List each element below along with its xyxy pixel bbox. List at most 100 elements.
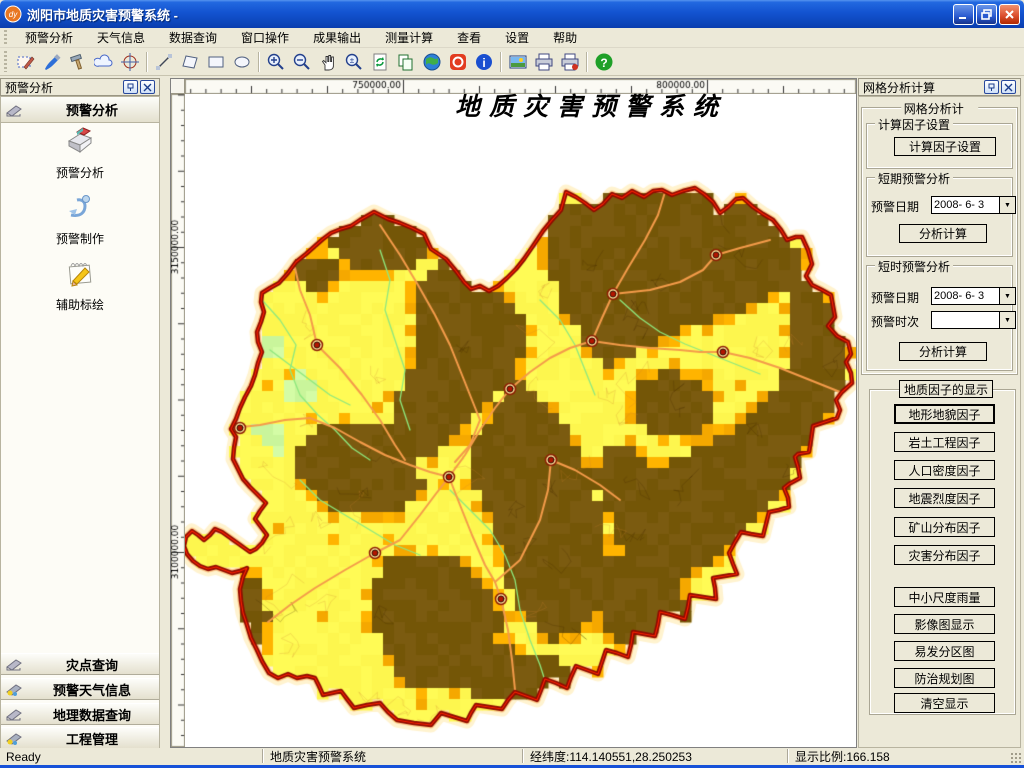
- copy-button[interactable]: [393, 50, 419, 74]
- menu-settings[interactable]: 设置: [493, 27, 541, 48]
- rectangle-tool-button[interactable]: [203, 50, 229, 74]
- nav-group-project-management[interactable]: 工程管理: [1, 727, 159, 749]
- left-splitter[interactable]: [160, 78, 170, 748]
- ruler-corner: [171, 79, 185, 94]
- warning-date-label: 预警日期: [871, 198, 919, 215]
- stamp-icon: [5, 656, 25, 672]
- line-tool-button[interactable]: [151, 50, 177, 74]
- nav-item-warning-analysis[interactable]: 预警分析: [1, 125, 159, 181]
- dropdown-arrow-icon[interactable]: ▼: [999, 197, 1015, 213]
- menu-window-ops[interactable]: 窗口操作: [229, 27, 301, 48]
- toolbar-separator: [146, 52, 148, 72]
- geo-factor-display-button[interactable]: 地质因子的显示: [899, 380, 993, 398]
- map-title: 地质灾害预警系统: [371, 87, 811, 123]
- population-factor-button[interactable]: 人口密度因子: [894, 460, 995, 480]
- zoom-out-button[interactable]: [289, 50, 315, 74]
- print-setup-icon: [560, 52, 580, 72]
- right-panel-titlebar: 网格分析计算: [858, 78, 1021, 96]
- paint-tool-button[interactable]: [39, 50, 65, 74]
- menu-weather-info[interactable]: 天气信息: [85, 27, 157, 48]
- short-time-period-combo[interactable]: ▼: [931, 311, 1016, 329]
- zoom-in-button[interactable]: [263, 50, 289, 74]
- stop-icon: [448, 52, 468, 72]
- print-setup-button[interactable]: [557, 50, 583, 74]
- draw-icon: [63, 257, 97, 291]
- short-term-analyze-button[interactable]: 分析计算: [899, 224, 987, 243]
- menu-measure-calc[interactable]: 测量计算: [373, 27, 445, 48]
- cloud-tool-button[interactable]: [91, 50, 117, 74]
- nav-group-warning-weather[interactable]: 预警天气信息: [1, 678, 159, 700]
- zoom-extent-button[interactable]: ±: [341, 50, 367, 74]
- image-view-button[interactable]: [505, 50, 531, 74]
- clear-display-button[interactable]: 清空显示: [894, 693, 995, 713]
- map-viewport: 地质灾害预警系统: [170, 78, 857, 748]
- pin-button[interactable]: [123, 80, 138, 94]
- restore-button[interactable]: [976, 4, 997, 25]
- cloud-tool-icon: [94, 52, 114, 72]
- make-icon: [63, 191, 97, 225]
- toolbar-grip[interactable]: [3, 51, 10, 73]
- susceptibility-map-button[interactable]: 易发分区图: [894, 641, 995, 661]
- dropdown-arrow-icon[interactable]: ▼: [999, 312, 1015, 328]
- nav-group-label: 预警天气信息: [25, 680, 159, 699]
- nav-item-warning-making[interactable]: 预警制作: [1, 191, 159, 247]
- short-time-analyze-button[interactable]: 分析计算: [899, 342, 987, 361]
- stamp-icon: [5, 706, 25, 722]
- select-tool-button[interactable]: [13, 50, 39, 74]
- mine-factor-button[interactable]: 矿山分布因子: [894, 517, 995, 537]
- stop-button[interactable]: [445, 50, 471, 74]
- pin-button[interactable]: [984, 80, 999, 94]
- nav-group-disaster-query[interactable]: 灾点查询: [1, 653, 159, 675]
- svg-text:?: ?: [600, 56, 607, 70]
- vertical-ruler: [171, 94, 185, 747]
- refresh-button[interactable]: [367, 50, 393, 74]
- left-panel-close-button[interactable]: [140, 80, 155, 94]
- left-panel-titlebar: 预警分析: [0, 78, 160, 96]
- short-time-date-combo[interactable]: 2008- 6- 3 ▼: [931, 287, 1016, 305]
- left-panel: 预警分析 预警分析 预警制作 辅助标绘: [0, 96, 160, 748]
- menu-view[interactable]: 查看: [445, 27, 493, 48]
- right-panel-close-button[interactable]: [1001, 80, 1016, 94]
- close-button[interactable]: [999, 4, 1020, 25]
- image-display-button[interactable]: 影像图显示: [894, 614, 995, 634]
- map-canvas[interactable]: [185, 94, 856, 747]
- minimize-button[interactable]: [953, 4, 974, 25]
- menu-warning-analysis[interactable]: 预警分析: [13, 27, 85, 48]
- globe-button[interactable]: [419, 50, 445, 74]
- help-button[interactable]: ?: [591, 50, 617, 74]
- geotech-factor-button[interactable]: 岩土工程因子: [894, 432, 995, 452]
- seismic-factor-button[interactable]: 地震烈度因子: [894, 488, 995, 508]
- menu-grip[interactable]: [3, 30, 10, 45]
- menu-bar: 预警分析 天气信息 数据查询 窗口操作 成果输出 测量计算 查看 设置 帮助: [0, 28, 1024, 48]
- app-window: dy 浏阳市地质灾害预警系统 - 预警分析 天气信息 数据查询 窗口操作 成果输…: [0, 0, 1024, 768]
- center-target-button[interactable]: [117, 50, 143, 74]
- calc-factor-settings-button[interactable]: 计算因子设置: [894, 137, 996, 156]
- center-target-icon: [120, 52, 140, 72]
- resize-grip[interactable]: [1010, 752, 1022, 764]
- menu-result-output[interactable]: 成果输出: [301, 27, 373, 48]
- pan-button[interactable]: [315, 50, 341, 74]
- polygon-tool-button[interactable]: [177, 50, 203, 74]
- nav-group-geo-data-query[interactable]: 地理数据查询: [1, 703, 159, 725]
- info-button[interactable]: i: [471, 50, 497, 74]
- status-ready: Ready: [0, 749, 258, 764]
- toolbar-separator: [500, 52, 502, 72]
- copy-icon: [396, 52, 416, 72]
- menu-data-query[interactable]: 数据查询: [157, 27, 229, 48]
- rectangle-tool-icon: [206, 52, 226, 72]
- terrain-factor-button[interactable]: 地形地貌因子: [894, 404, 995, 424]
- ellipse-tool-button[interactable]: [229, 50, 255, 74]
- dropdown-arrow-icon[interactable]: ▼: [999, 288, 1015, 304]
- print-button[interactable]: [531, 50, 557, 74]
- nav-item-aux-drawing[interactable]: 辅助标绘: [1, 257, 159, 313]
- rainfall-display-button[interactable]: 中小尺度雨量: [894, 587, 995, 607]
- prevention-plan-button[interactable]: 防治规划图: [894, 668, 995, 688]
- svg-text:dy: dy: [9, 10, 18, 19]
- menu-help[interactable]: 帮助: [541, 27, 589, 48]
- combo-value: 2008- 6- 3: [932, 197, 999, 213]
- short-term-date-combo[interactable]: 2008- 6- 3 ▼: [931, 196, 1016, 214]
- left-panel-header[interactable]: 预警分析: [1, 97, 159, 123]
- hammer-tool-button[interactable]: [65, 50, 91, 74]
- help-icon: ?: [594, 52, 614, 72]
- disaster-factor-button[interactable]: 灾害分布因子: [894, 545, 995, 565]
